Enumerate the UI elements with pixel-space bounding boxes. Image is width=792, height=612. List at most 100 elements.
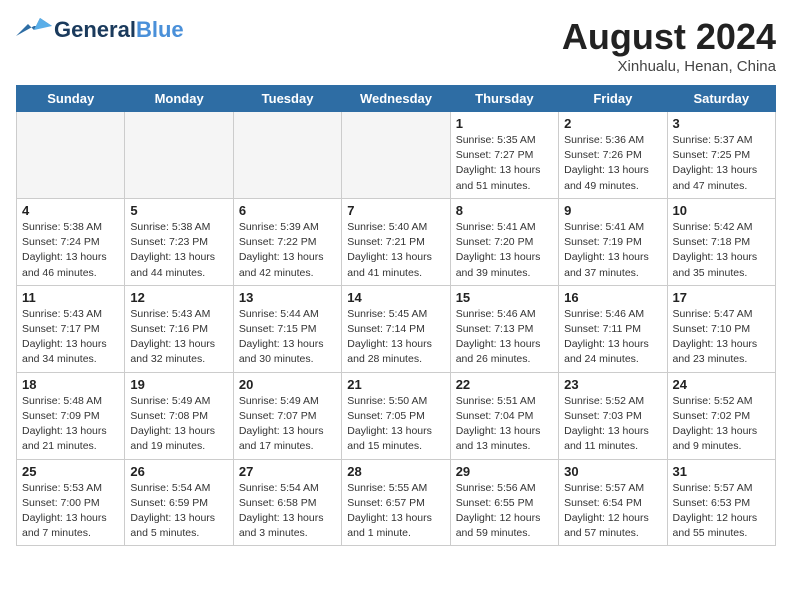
day-info: Sunrise: 5:52 AMSunset: 7:03 PMDaylight:… — [564, 394, 661, 455]
day-number: 20 — [239, 377, 336, 392]
calendar-cell: 6 Sunrise: 5:39 AMSunset: 7:22 PMDaylight… — [233, 198, 341, 285]
calendar-week-row: 18 Sunrise: 5:48 AMSunset: 7:09 PMDayligh… — [17, 372, 776, 459]
day-number: 6 — [239, 203, 336, 218]
day-number: 17 — [673, 290, 770, 305]
day-number: 31 — [673, 464, 770, 479]
day-info: Sunrise: 5:38 AMSunset: 7:24 PMDaylight:… — [22, 220, 119, 281]
calendar-cell — [233, 112, 341, 199]
day-info: Sunrise: 5:35 AMSunset: 7:27 PMDaylight:… — [456, 133, 553, 194]
day-info: Sunrise: 5:46 AMSunset: 7:11 PMDaylight:… — [564, 307, 661, 368]
day-info: Sunrise: 5:54 AMSunset: 6:58 PMDaylight:… — [239, 481, 336, 542]
day-info: Sunrise: 5:37 AMSunset: 7:25 PMDaylight:… — [673, 133, 770, 194]
calendar-header-sunday: Sunday — [17, 86, 125, 112]
calendar-cell — [125, 112, 233, 199]
calendar-cell: 28 Sunrise: 5:55 AMSunset: 6:57 PMDayligh… — [342, 459, 450, 546]
calendar-cell: 31Sunrise: 5:57 AMSunset: 6:53 PMDayligh… — [667, 459, 775, 546]
day-info: Sunrise: 5:39 AMSunset: 7:22 PMDaylight:… — [239, 220, 336, 281]
month-title: August 2024 — [562, 16, 776, 58]
calendar-cell: 15Sunrise: 5:46 AMSunset: 7:13 PMDayligh… — [450, 285, 558, 372]
logo-blue: Blue — [136, 17, 184, 42]
calendar-cell: 13Sunrise: 5:44 AMSunset: 7:15 PMDayligh… — [233, 285, 341, 372]
calendar-cell: 12 Sunrise: 5:43 AMSunset: 7:16 PMDayligh… — [125, 285, 233, 372]
day-info: Sunrise: 5:45 AMSunset: 7:14 PMDaylight:… — [347, 307, 444, 368]
calendar-header-saturday: Saturday — [667, 86, 775, 112]
day-number: 29 — [456, 464, 553, 479]
calendar-cell: 18 Sunrise: 5:48 AMSunset: 7:09 PMDayligh… — [17, 372, 125, 459]
day-number: 14 — [347, 290, 444, 305]
calendar-week-row: 1Sunrise: 5:35 AMSunset: 7:27 PMDaylight… — [17, 112, 776, 199]
day-info: Sunrise: 5:54 AMSunset: 6:59 PMDaylight:… — [130, 481, 227, 542]
day-info: Sunrise: 5:55 AMSunset: 6:57 PMDaylight:… — [347, 481, 444, 542]
day-number: 2 — [564, 116, 661, 131]
calendar-cell: 5Sunrise: 5:38 AMSunset: 7:23 PMDaylight… — [125, 198, 233, 285]
title-area: August 2024 Xinhualu, Henan, China — [562, 16, 776, 75]
day-number: 12 — [130, 290, 227, 305]
day-number: 15 — [456, 290, 553, 305]
calendar-cell: 26 Sunrise: 5:54 AMSunset: 6:59 PMDayligh… — [125, 459, 233, 546]
calendar-cell: 7Sunrise: 5:40 AMSunset: 7:21 PMDaylight… — [342, 198, 450, 285]
day-number: 25 — [22, 464, 119, 479]
day-info: Sunrise: 5:36 AMSunset: 7:26 PMDaylight:… — [564, 133, 661, 194]
day-number: 5 — [130, 203, 227, 218]
calendar-cell: 27 Sunrise: 5:54 AMSunset: 6:58 PMDayligh… — [233, 459, 341, 546]
calendar-cell: 8 Sunrise: 5:41 AMSunset: 7:20 PMDaylight… — [450, 198, 558, 285]
calendar-cell: 1Sunrise: 5:35 AMSunset: 7:27 PMDaylight… — [450, 112, 558, 199]
calendar-cell: 30Sunrise: 5:57 AMSunset: 6:54 PMDayligh… — [559, 459, 667, 546]
day-number: 4 — [22, 203, 119, 218]
day-number: 27 — [239, 464, 336, 479]
calendar-table: SundayMondayTuesdayWednesdayThursdayFrid… — [16, 85, 776, 546]
calendar-header-tuesday: Tuesday — [233, 86, 341, 112]
calendar-cell: 24Sunrise: 5:52 AMSunset: 7:02 PMDayligh… — [667, 372, 775, 459]
calendar-week-row: 11 Sunrise: 5:43 AMSunset: 7:17 PMDayligh… — [17, 285, 776, 372]
day-info: Sunrise: 5:41 AMSunset: 7:19 PMDaylight:… — [564, 220, 661, 281]
calendar-cell: 23 Sunrise: 5:52 AMSunset: 7:03 PMDayligh… — [559, 372, 667, 459]
day-info: Sunrise: 5:48 AMSunset: 7:09 PMDaylight:… — [22, 394, 119, 455]
day-number: 23 — [564, 377, 661, 392]
page-header: GeneralBlue August 2024 Xinhualu, Henan,… — [16, 16, 776, 75]
day-number: 3 — [673, 116, 770, 131]
calendar-cell: 29 Sunrise: 5:56 AMSunset: 6:55 PMDayligh… — [450, 459, 558, 546]
calendar-header-friday: Friday — [559, 86, 667, 112]
day-number: 26 — [130, 464, 227, 479]
day-number: 10 — [673, 203, 770, 218]
calendar-week-row: 25Sunrise: 5:53 AMSunset: 7:00 PMDayligh… — [17, 459, 776, 546]
day-info: Sunrise: 5:41 AMSunset: 7:20 PMDaylight:… — [456, 220, 553, 281]
day-number: 28 — [347, 464, 444, 479]
calendar-week-row: 4 Sunrise: 5:38 AMSunset: 7:24 PMDaylight… — [17, 198, 776, 285]
calendar-cell: 20 Sunrise: 5:49 AMSunset: 7:07 PMDayligh… — [233, 372, 341, 459]
day-info: Sunrise: 5:49 AMSunset: 7:07 PMDaylight:… — [239, 394, 336, 455]
day-info: Sunrise: 5:56 AMSunset: 6:55 PMDaylight:… — [456, 481, 553, 542]
logo-general: General — [54, 17, 136, 42]
day-number: 11 — [22, 290, 119, 305]
day-number: 22 — [456, 377, 553, 392]
calendar-cell — [342, 112, 450, 199]
calendar-cell: 3 Sunrise: 5:37 AMSunset: 7:25 PMDaylight… — [667, 112, 775, 199]
calendar-cell: 16Sunrise: 5:46 AMSunset: 7:11 PMDayligh… — [559, 285, 667, 372]
day-info: Sunrise: 5:43 AMSunset: 7:16 PMDaylight:… — [130, 307, 227, 368]
calendar-cell: 9 Sunrise: 5:41 AMSunset: 7:19 PMDaylight… — [559, 198, 667, 285]
day-number: 19 — [130, 377, 227, 392]
calendar-cell: 22Sunrise: 5:51 AMSunset: 7:04 PMDayligh… — [450, 372, 558, 459]
calendar-cell: 4 Sunrise: 5:38 AMSunset: 7:24 PMDaylight… — [17, 198, 125, 285]
calendar-cell: 25Sunrise: 5:53 AMSunset: 7:00 PMDayligh… — [17, 459, 125, 546]
day-number: 21 — [347, 377, 444, 392]
day-number: 18 — [22, 377, 119, 392]
day-info: Sunrise: 5:42 AMSunset: 7:18 PMDaylight:… — [673, 220, 770, 281]
calendar-header-monday: Monday — [125, 86, 233, 112]
calendar-cell — [17, 112, 125, 199]
day-info: Sunrise: 5:49 AMSunset: 7:08 PMDaylight:… — [130, 394, 227, 455]
day-info: Sunrise: 5:43 AMSunset: 7:17 PMDaylight:… — [22, 307, 119, 368]
day-info: Sunrise: 5:52 AMSunset: 7:02 PMDaylight:… — [673, 394, 770, 455]
logo-icon — [16, 16, 52, 44]
calendar-cell: 21 Sunrise: 5:50 AMSunset: 7:05 PMDayligh… — [342, 372, 450, 459]
calendar-cell: 14 Sunrise: 5:45 AMSunset: 7:14 PMDayligh… — [342, 285, 450, 372]
logo: GeneralBlue — [16, 16, 184, 44]
calendar-cell: 11 Sunrise: 5:43 AMSunset: 7:17 PMDayligh… — [17, 285, 125, 372]
calendar-header-wednesday: Wednesday — [342, 86, 450, 112]
day-number: 13 — [239, 290, 336, 305]
day-number: 8 — [456, 203, 553, 218]
day-number: 9 — [564, 203, 661, 218]
day-info: Sunrise: 5:40 AMSunset: 7:21 PMDaylight:… — [347, 220, 444, 281]
day-info: Sunrise: 5:50 AMSunset: 7:05 PMDaylight:… — [347, 394, 444, 455]
location: Xinhualu, Henan, China — [562, 58, 776, 75]
